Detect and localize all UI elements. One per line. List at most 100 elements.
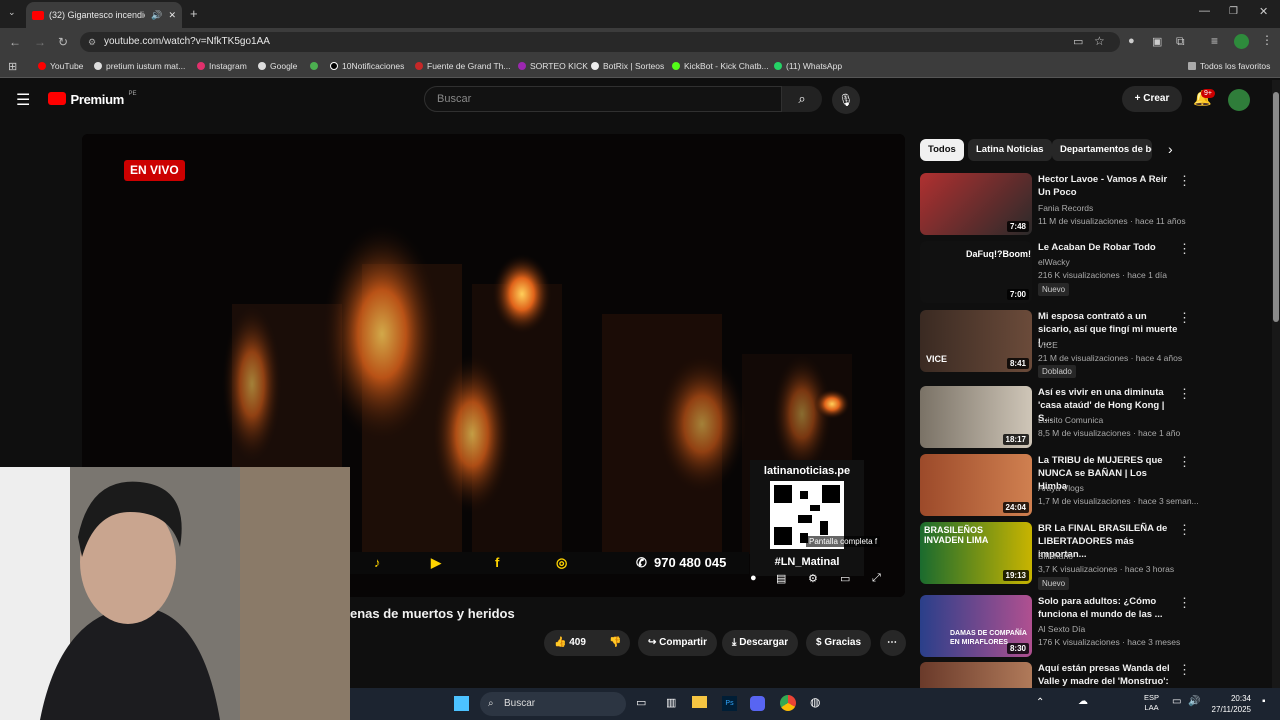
recommendation-item[interactable]: DAMAS DE COMPAÑÍA EN MIRAFLORES 8:30 Sol… (920, 595, 1270, 659)
channel-name[interactable]: Billonario (1038, 551, 1073, 561)
recommendation-item[interactable]: DaFuq!?Boom! 7:00 Le Acaban De Robar Tod… (920, 241, 1270, 305)
create-button[interactable]: + Crear (1122, 86, 1182, 112)
theater-mode-icon[interactable]: ▭ (840, 572, 850, 585)
network-icon[interactable]: ▭ (1172, 696, 1181, 707)
close-tab-icon[interactable]: ✕ (168, 10, 176, 21)
profile-avatar[interactable] (1234, 34, 1249, 49)
minimize-icon[interactable]: — (1199, 5, 1210, 17)
onedrive-icon[interactable]: ☁ (1078, 696, 1088, 707)
chrome-icon[interactable] (780, 695, 796, 711)
chip-latina-noticias[interactable]: Latina Noticias (968, 139, 1052, 161)
subtitles-icon[interactable]: ▤ (776, 572, 786, 585)
voice-search-button[interactable]: 🎙 (832, 86, 860, 114)
chips-next-icon[interactable]: › (1168, 141, 1173, 157)
video-title[interactable]: Hector Lavoe - Vamos A Reir Un Poco (1038, 173, 1178, 199)
video-title[interactable]: Le Acaban De Robar Todo (1038, 241, 1178, 254)
clock[interactable]: 20:34 27/11/2025 (1206, 693, 1251, 715)
more-options-icon[interactable]: ⋮ (1178, 310, 1191, 326)
video-thumbnail[interactable]: 24:04 (920, 454, 1032, 516)
hamburger-menu-icon[interactable]: ☰ (16, 90, 30, 110)
account-avatar[interactable] (1228, 89, 1250, 111)
video-thumbnail[interactable]: 7:48 (920, 173, 1032, 235)
recommendation-item[interactable]: 24:04 La TRIBU de MUJERES que NUNCA se B… (920, 454, 1270, 518)
more-actions-button[interactable]: ⋯ (880, 630, 906, 656)
settings-gear-icon[interactable]: ⚙ (808, 572, 818, 585)
channel-name[interactable]: Al Sexto Día (1038, 624, 1085, 634)
lang-indicator[interactable]: ESP LAA (1144, 693, 1159, 713)
new-tab-icon[interactable]: + (190, 6, 198, 21)
video-thumbnail[interactable]: BRASILEÑOS INVADEN LIMA 19:13 (920, 522, 1032, 584)
reload-icon[interactable]: ↻ (58, 35, 68, 49)
bookmark-grand-theft[interactable]: Fuente de Grand Th... (415, 61, 510, 71)
bookmark-kickbot[interactable]: KickBot - Kick Chatb... (672, 61, 769, 71)
channel-name[interactable]: VICE (1038, 340, 1058, 350)
video-title[interactable]: Mi esposa contrató a un sicario, así que… (1038, 310, 1178, 349)
video-title[interactable]: Solo para adultos: ¿Cómo funciona el mun… (1038, 595, 1178, 621)
chip-todos[interactable]: Todos (920, 139, 964, 161)
video-thumbnail[interactable]: DAMAS DE COMPAÑÍA EN MIRAFLORES 8:30 (920, 595, 1032, 657)
video-title[interactable]: Aquí están presas Wanda del Valle y madr… (1038, 662, 1178, 688)
video-thumbnail[interactable]: 18:17 (920, 386, 1032, 448)
recommendation-item[interactable]: 7:48 Hector Lavoe - Vamos A Reir Un Poco… (920, 173, 1270, 237)
bookmark-star-icon[interactable]: ☆ (1094, 34, 1105, 48)
video-thumbnail[interactable]: DaFuq!?Boom! 7:00 (920, 241, 1032, 303)
site-info-icon[interactable]: ⚙ (88, 32, 96, 52)
share-button[interactable]: ↪ Compartir (638, 630, 717, 656)
restore-icon[interactable]: ❐ (1229, 6, 1238, 17)
youtube-premium-logo[interactable]: Premium PE (48, 91, 136, 111)
media-control-icon[interactable]: ≡ (1211, 34, 1218, 48)
more-options-icon[interactable]: ⋮ (1178, 454, 1191, 470)
video-thumbnail[interactable]: VICE 8:41 (920, 310, 1032, 372)
more-options-icon[interactable]: ⋮ (1178, 522, 1191, 538)
video-thumbnail[interactable] (920, 662, 1032, 688)
speaker-icon[interactable]: 🔊 (151, 10, 162, 21)
bookmark-whatsapp[interactable]: (11) WhatsApp (774, 61, 842, 71)
chip-departamentos[interactable]: Departamentos de bo (1052, 139, 1152, 161)
discord-icon[interactable] (750, 696, 765, 711)
more-options-icon[interactable]: ⋮ (1178, 386, 1191, 402)
more-options-icon[interactable]: ⋮ (1178, 595, 1191, 611)
like-button[interactable]: 👍 409 (544, 630, 602, 656)
bookmark-extra-icon[interactable] (310, 61, 322, 71)
cast-icon[interactable]: ▭ (1073, 35, 1083, 48)
more-options-icon[interactable]: ⋮ (1178, 173, 1191, 189)
tab-search-icon[interactable]: ⌄ (8, 7, 16, 18)
more-options-icon[interactable]: ⋮ (1178, 241, 1191, 257)
recommendation-item[interactable]: Aquí están presas Wanda del Valle y madr… (920, 662, 1270, 688)
recommendation-item[interactable]: BRASILEÑOS INVADEN LIMA 19:13 BR La FINA… (920, 522, 1270, 590)
thanks-button[interactable]: $ Gracias (806, 630, 872, 656)
extension-icon[interactable]: ● (1128, 35, 1135, 47)
notifications-icon[interactable]: ▪ (1262, 696, 1266, 707)
task-view-icon[interactable]: ▭ (636, 696, 646, 709)
bookmark-youtube[interactable]: YouTube (38, 61, 83, 71)
browser-menu-icon[interactable]: ⋮ (1261, 33, 1273, 47)
channel-name[interactable]: elWacky (1038, 257, 1070, 267)
autoplay-toggle-icon[interactable]: ● (750, 572, 757, 584)
fullscreen-icon[interactable]: ⤢ (872, 572, 881, 585)
bookmark-sorteo-kick[interactable]: SORTEO KICK (518, 61, 588, 71)
channel-name[interactable]: Luisito Comunica (1038, 415, 1103, 425)
download-button[interactable]: ⤓ Descargar (722, 630, 799, 656)
browser-tab[interactable]: (32) Gigantesco incendio en 🔊 ✕ (26, 2, 182, 28)
show-hidden-icons[interactable]: ⌃ (1036, 697, 1044, 708)
page-scrollbar[interactable] (1272, 80, 1280, 688)
recommendation-item[interactable]: 18:17 Así es vivir en una diminuta 'casa… (920, 386, 1270, 450)
url-field[interactable]: ⚙ youtube.com/watch?v=NfkTK5go1AA (80, 32, 1120, 52)
search-button[interactable]: ⌕ (782, 86, 822, 112)
bookmark-instagram[interactable]: Instagram (197, 61, 247, 71)
scrollbar-thumb[interactable] (1273, 92, 1279, 322)
taskbar-app-icon[interactable]: ▥ (666, 696, 676, 709)
all-favorites[interactable]: Todos los favoritos (1188, 61, 1270, 71)
file-explorer-icon[interactable] (692, 696, 707, 708)
forward-icon[interactable]: → (34, 35, 46, 49)
recommendation-item[interactable]: VICE 8:41 Mi esposa contrató a un sicari… (920, 310, 1270, 378)
photoshop-icon[interactable]: Ps (722, 696, 737, 711)
bookmark-botrix[interactable]: BotRix | Sorteos (591, 61, 664, 71)
bookmark-10notificaciones[interactable]: 10Notificaciones (330, 61, 404, 71)
channel-name[interactable]: Fania Records (1038, 203, 1093, 213)
search-input[interactable]: Buscar (424, 86, 782, 112)
more-options-icon[interactable]: ⋮ (1178, 662, 1191, 678)
channel-name[interactable]: Araya Vlogs (1038, 483, 1084, 493)
back-icon[interactable]: ← (9, 35, 21, 49)
bookmark-pretium[interactable]: pretium iustum mat... (94, 61, 185, 71)
